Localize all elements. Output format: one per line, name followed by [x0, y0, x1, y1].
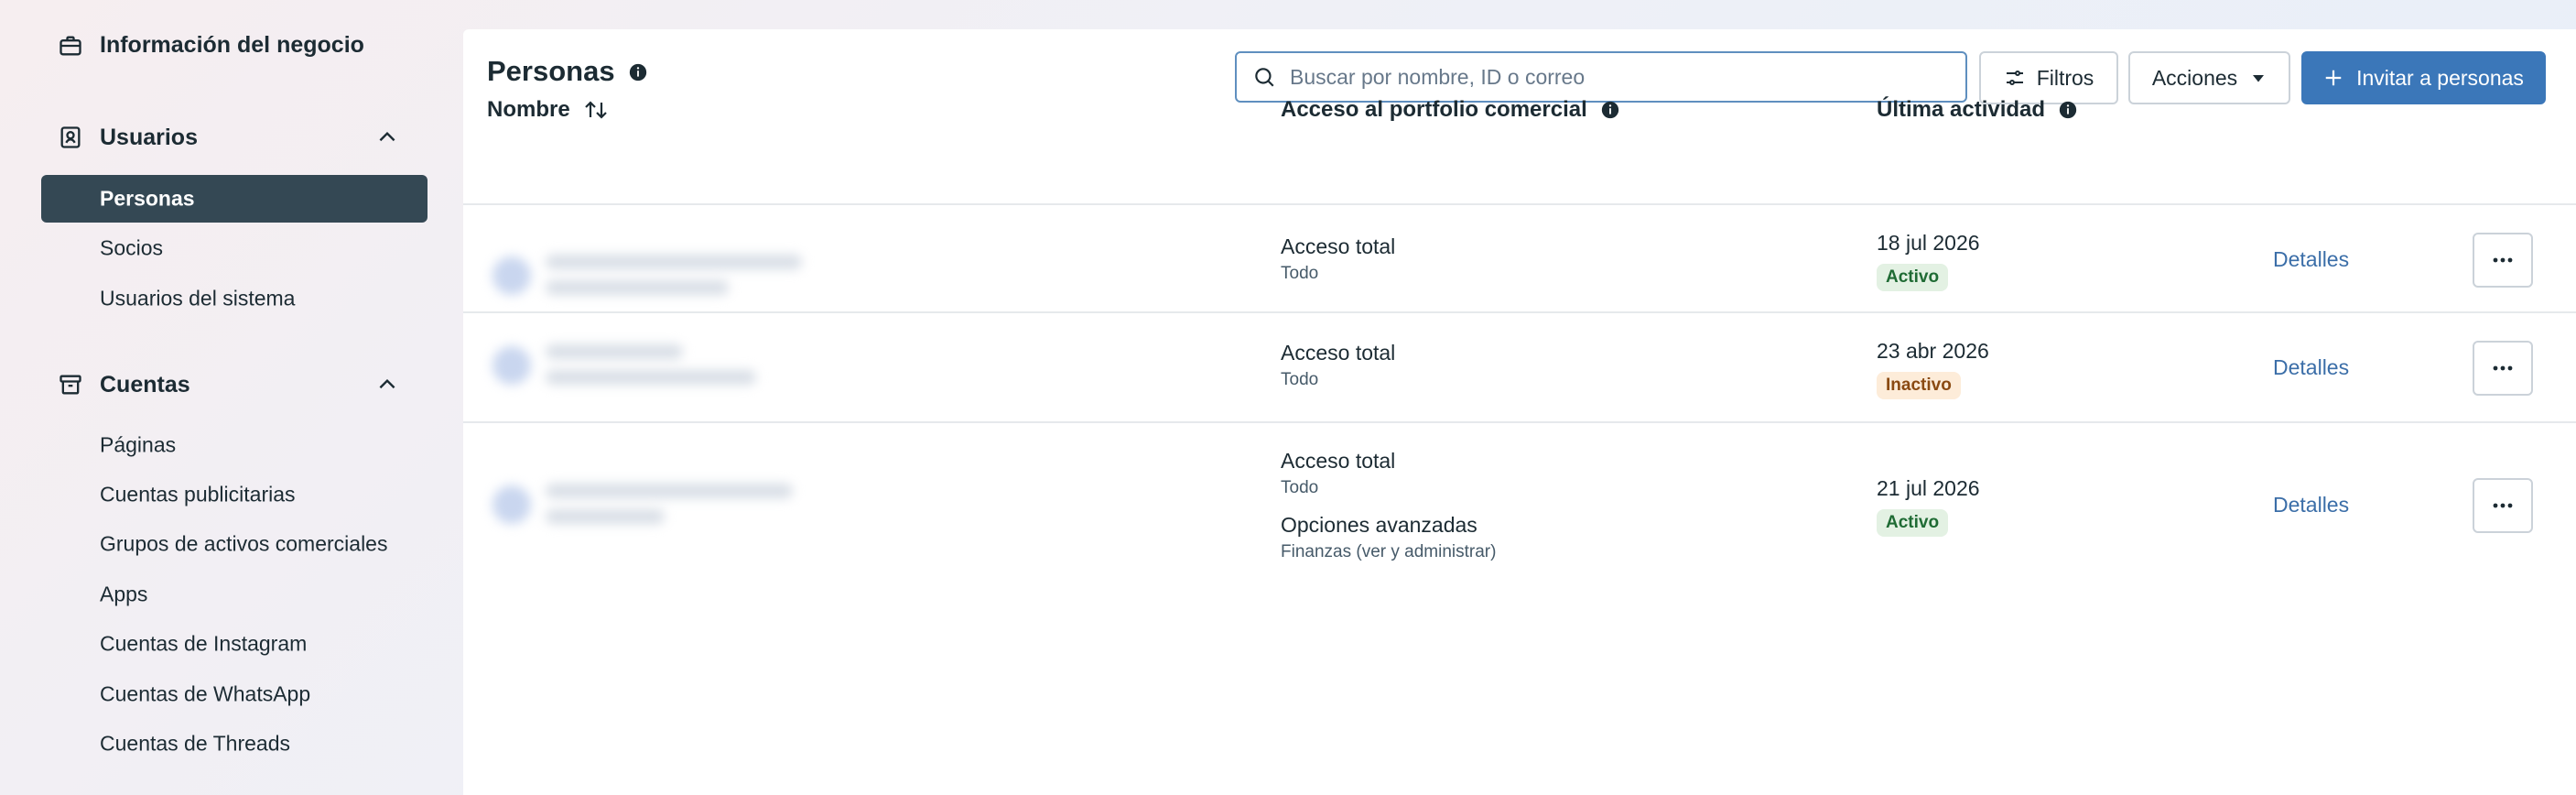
info-icon[interactable]: [2058, 100, 2078, 120]
redacted-user-info: [487, 474, 826, 548]
invite-people-button[interactable]: Invitar a personas: [2301, 51, 2546, 104]
sidebar-item-label: Cuentas de Threads: [100, 731, 290, 756]
sidebar-item-label: Grupos de activos comerciales: [100, 531, 388, 556]
access-detail: Todo: [1281, 478, 1319, 497]
sidebar-section-accounts-label: Cuentas: [100, 372, 190, 398]
search-icon: [1251, 64, 1277, 90]
redacted-user-info: [487, 335, 826, 408]
last-activity-date: 18 jul 2026: [1877, 231, 1980, 255]
sidebar-item-label: Usuarios del sistema: [100, 286, 296, 310]
sidebar-item-label: Cuentas de Instagram: [100, 631, 308, 656]
column-header-activity: Última actividad: [1877, 97, 2078, 123]
sidebar-item-paginas[interactable]: Páginas: [41, 421, 428, 469]
sidebar-item-label: Cuentas de WhatsApp: [100, 681, 311, 706]
sidebar-section-accounts[interactable]: Cuentas: [0, 365, 463, 405]
actions-dropdown-label: Acciones: [2151, 65, 2238, 90]
status-badge: Activo: [1877, 509, 1949, 537]
actions-dropdown[interactable]: Acciones: [2128, 51, 2290, 104]
chevron-up-icon[interactable]: [373, 124, 401, 151]
sidebar-item-whatsapp[interactable]: Cuentas de WhatsApp: [41, 670, 428, 718]
more-horizontal-icon: [2492, 256, 2514, 264]
access-detail: Finanzas (ver y administrar): [1281, 542, 1497, 561]
sidebar-item-threads[interactable]: Cuentas de Threads: [41, 720, 428, 768]
sidebar: Información del negocio Usuarios Persona…: [0, 0, 463, 795]
table-row[interactable]: Acceso total Todo Opciones avanzadas Fin…: [463, 423, 2576, 625]
sidebar-item-label: Páginas: [100, 432, 177, 457]
redacted-user-info: [487, 247, 826, 321]
sidebar-item-apps[interactable]: Apps: [41, 571, 428, 618]
access-detail: Todo: [1281, 370, 1319, 389]
access-title: Acceso total: [1281, 341, 1396, 365]
filters-button-label: Filtros: [2036, 65, 2094, 90]
sidebar-section-users[interactable]: Usuarios: [0, 117, 463, 158]
table-row[interactable]: Acceso total Todo 23 abr 2026 Inactivo D…: [463, 313, 2576, 421]
main-panel: Personas Filtros Acciones Invitar a pers…: [463, 29, 2576, 795]
details-link[interactable]: Detalles: [2273, 355, 2349, 380]
details-link[interactable]: Detalles: [2273, 493, 2349, 517]
column-header-name[interactable]: Nombre: [487, 97, 609, 123]
sidebar-item-instagram[interactable]: Cuentas de Instagram: [41, 620, 428, 668]
column-header-access-label: Acceso al portfolio comercial: [1281, 97, 1587, 122]
sidebar-item-personas[interactable]: Personas: [41, 175, 428, 223]
sidebar-section-users-label: Usuarios: [100, 125, 198, 150]
last-activity-date: 23 abr 2026: [1877, 339, 1989, 363]
info-icon[interactable]: [628, 62, 648, 82]
more-horizontal-icon: [2492, 502, 2514, 509]
more-options-button[interactable]: [2473, 478, 2533, 533]
sidebar-business-info[interactable]: Información del negocio: [0, 26, 463, 66]
chevron-up-icon[interactable]: [373, 371, 401, 398]
sidebar-item-label: Cuentas publicitarias: [100, 482, 296, 506]
access-title: Opciones avanzadas: [1281, 513, 1477, 537]
details-link[interactable]: Detalles: [2273, 247, 2349, 272]
more-options-button[interactable]: [2473, 341, 2533, 396]
caret-down-icon: [2250, 70, 2267, 86]
sidebar-item-label: Apps: [100, 582, 148, 606]
briefcase-icon: [57, 32, 84, 60]
user-badge-icon: [57, 124, 84, 151]
sidebar-item-cuentas-publicitarias[interactable]: Cuentas publicitarias: [41, 471, 428, 518]
access-detail: Todo: [1281, 264, 1319, 283]
access-title: Acceso total: [1281, 449, 1396, 473]
plus-icon: [2323, 68, 2343, 88]
sidebar-item-socios[interactable]: Socios: [41, 224, 428, 272]
last-activity-date: 21 jul 2026: [1877, 476, 1980, 500]
column-header-name-label: Nombre: [487, 97, 570, 122]
info-icon[interactable]: [1600, 100, 1620, 120]
sidebar-item-label: Socios: [100, 235, 164, 260]
status-badge: Inactivo: [1877, 372, 1961, 399]
access-title: Acceso total: [1281, 234, 1396, 258]
more-options-button[interactable]: [2473, 233, 2533, 288]
status-badge: Activo: [1877, 264, 1949, 291]
sidebar-item-label: Personas: [100, 186, 195, 211]
invite-people-label: Invitar a personas: [2356, 65, 2524, 90]
column-header-access: Acceso al portfolio comercial: [1281, 97, 1620, 123]
more-horizontal-icon: [2492, 365, 2514, 372]
page-title: Personas: [487, 55, 615, 87]
sidebar-item-usuarios-sistema[interactable]: Usuarios del sistema: [41, 275, 428, 322]
sliders-icon: [2004, 67, 2026, 89]
column-header-activity-label: Última actividad: [1877, 97, 2046, 122]
search-box[interactable]: [1235, 51, 1967, 103]
sidebar-item-grupos-activos[interactable]: Grupos de activos comerciales: [41, 520, 428, 568]
sort-icon[interactable]: [583, 98, 609, 122]
archive-box-icon: [57, 371, 84, 398]
sidebar-business-info-label: Información del negocio: [100, 32, 364, 58]
search-input[interactable]: [1288, 63, 1965, 91]
